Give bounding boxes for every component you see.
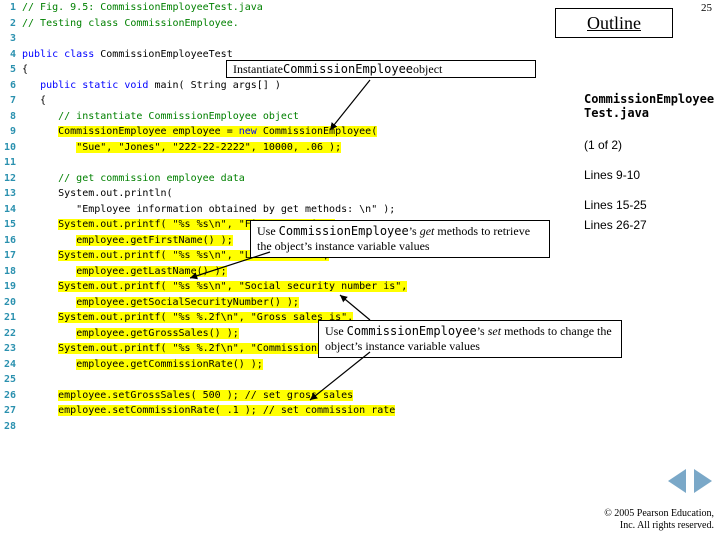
nav-buttons xyxy=(668,469,712,498)
callout-arrows xyxy=(0,0,720,540)
next-slide-button[interactable] xyxy=(694,469,712,493)
footer-line: © 2005 Pearson Education, xyxy=(604,508,714,519)
copyright-footer: © 2005 Pearson Education, Inc. All right… xyxy=(604,508,714,532)
prev-slide-button[interactable] xyxy=(668,469,686,493)
footer-line: Inc. All rights reserved. xyxy=(620,520,714,531)
